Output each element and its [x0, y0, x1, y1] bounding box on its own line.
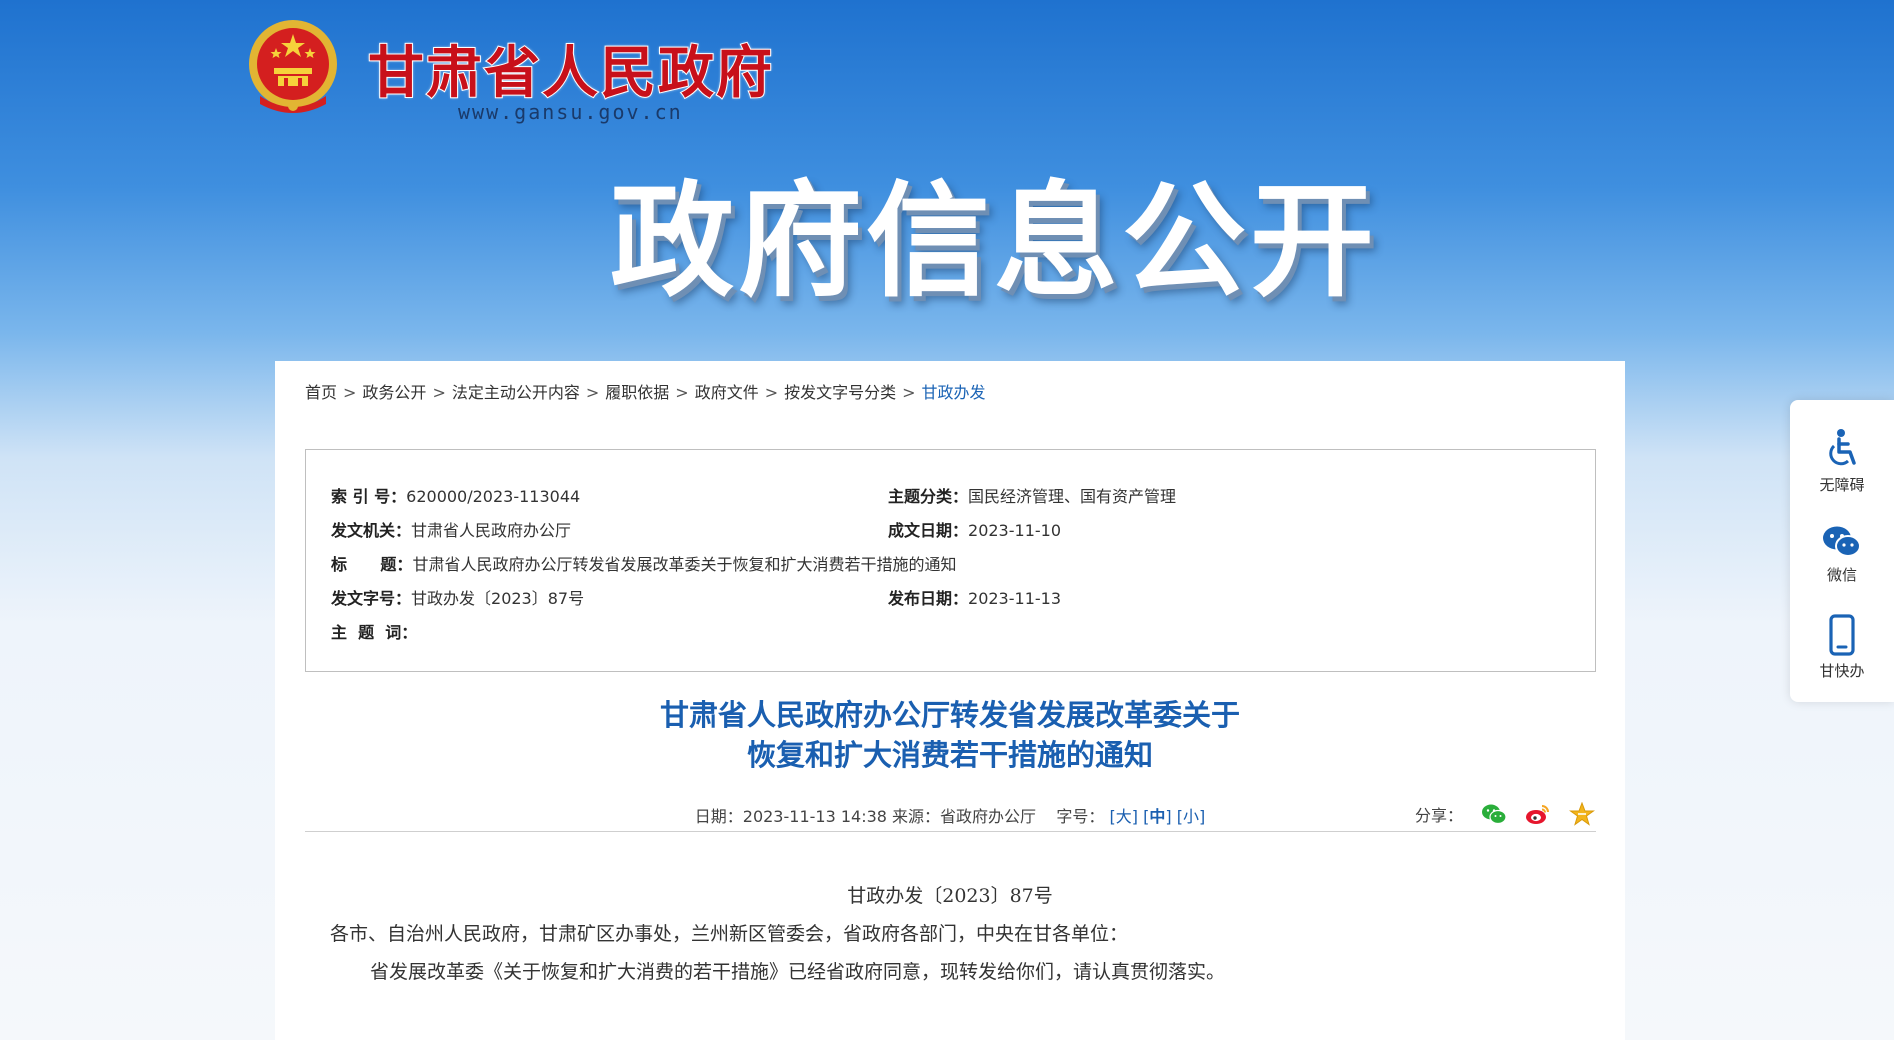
breadcrumb-separator: > [585, 383, 600, 402]
body-paragraph: 省发展改革委《关于恢复和扩大消费的若干措施》已经省政府同意，现转发给你们，请认真… [370, 961, 1226, 983]
info-keywords: 主 题 词： [331, 619, 417, 643]
font-size-label: 字号： [1056, 807, 1105, 826]
article-title: 甘肃省人民政府办公厅转发省发展改革委关于 恢复和扩大消费若干措施的通知 [275, 695, 1625, 775]
article-title-line2: 恢复和扩大消费若干措施的通知 [746, 738, 1153, 772]
accessibility-label: 无障碍 [1819, 476, 1865, 494]
wechat-button[interactable]: 微信 [1790, 524, 1894, 585]
article-title-line1: 甘肃省人民政府办公厅转发省发展改革委关于 [659, 698, 1240, 732]
info-issuer: 发文机关：甘肃省人民政府办公厅 [331, 517, 571, 541]
breadcrumb-statutory-content[interactable]: 法定主动公开内容 [452, 383, 580, 402]
banner-title: 政府信息公开 [610, 170, 1379, 314]
info-issuer-value: 甘肃省人民政府办公厅 [411, 521, 572, 540]
info-topic-label: 主题分类： [888, 487, 969, 506]
share-label: 分享： [1415, 806, 1464, 825]
site-title[interactable]: 甘肃省人民政府 [367, 28, 774, 109]
breadcrumb-separator: > [343, 383, 357, 402]
info-index-label: 索 引 号： [331, 487, 407, 506]
mobile-app-button[interactable]: 甘快办 [1790, 614, 1894, 681]
info-published-label: 发布日期： [888, 589, 969, 608]
wechat-share-icon[interactable] [1481, 802, 1507, 826]
info-docno-value: 甘政办发〔2023〕87号 [411, 589, 585, 608]
document-info-box: 索 引 号：620000/2023-113044 主题分类：国民经济管理、国有资… [305, 449, 1596, 672]
accessibility-button[interactable]: 无障碍 [1790, 428, 1894, 495]
info-issuer-label: 发文机关： [331, 521, 412, 540]
info-docno: 发文字号：甘政办发〔2023〕87号 [331, 585, 584, 609]
breadcrumb-separator: > [675, 383, 689, 402]
info-topic-value: 国民经济管理、国有资产管理 [968, 487, 1177, 506]
wechat-label: 微信 [1826, 566, 1857, 584]
info-keywords-label: 主 题 词： [331, 623, 418, 642]
info-created: 成文日期：2023-11-10 [888, 517, 1061, 541]
recipients-line: 各市、自治州人民政府，甘肃矿区办事处，兰州新区管委会，省政府各部门，中央在甘各单… [330, 923, 1129, 945]
info-title-label: 标 题： [331, 555, 413, 574]
info-docno-label: 发文字号： [331, 589, 412, 608]
meta-divider [305, 831, 1596, 832]
info-title: 标 题：甘肃省人民政府办公厅转发省发展改革委关于恢复和扩大消费若干措施的通知 [331, 551, 956, 575]
breadcrumb-government-affairs[interactable]: 政务公开 [362, 383, 426, 402]
accessibility-icon [1829, 429, 1856, 466]
breadcrumb-home[interactable]: 首页 [305, 383, 337, 402]
site-url: www.gansu.gov.cn [458, 100, 683, 124]
info-published-value: 2023-11-13 [968, 589, 1061, 608]
side-toolbar: 无障碍 微信 甘快办 [1790, 400, 1894, 702]
breadcrumb-separator: > [764, 383, 779, 402]
breadcrumb: 首页 > 政务公开 > 法定主动公开内容 > 履职依据 > 政府文件 > 按发文字号分类 > 甘政办发 [305, 379, 986, 403]
font-size-medium-button[interactable]: 中 [1149, 807, 1165, 826]
doc-number-line: 甘政办发〔2023〕87号 [847, 885, 1053, 907]
info-published: 发布日期：2023-11-13 [888, 585, 1061, 609]
mobile-app-label: 甘快办 [1819, 662, 1865, 680]
mobile-phone-icon [1829, 614, 1855, 656]
breadcrumb-government-documents[interactable]: 政府文件 [695, 383, 759, 402]
share-bar: 分享： [1415, 801, 1596, 826]
breadcrumb-separator: > [432, 383, 446, 402]
article-date-source: 日期：2023-11-13 14:38 来源：省政府办公厅 [694, 807, 1037, 826]
national-emblem-logo [246, 18, 340, 116]
info-index: 索 引 号：620000/2023-113044 [331, 483, 580, 507]
breadcrumb-current[interactable]: 甘政办发 [922, 383, 986, 402]
favorite-star-icon[interactable] [1568, 801, 1596, 826]
font-size-large-button[interactable]: 大 [1116, 807, 1132, 826]
info-topic: 主题分类：国民经济管理、国有资产管理 [888, 483, 1176, 507]
breadcrumb-by-doc-number[interactable]: 按发文字号分类 [784, 383, 896, 402]
breadcrumb-duty-basis[interactable]: 履职依据 [605, 383, 669, 402]
font-size-small-button[interactable]: 小 [1183, 807, 1199, 826]
weibo-share-icon[interactable] [1525, 802, 1551, 826]
breadcrumb-separator: > [902, 383, 916, 402]
wechat-icon [1823, 526, 1861, 557]
info-created-label: 成文日期： [888, 521, 969, 540]
content-panel: 首页 > 政务公开 > 法定主动公开内容 > 履职依据 > 政府文件 > 按发文字号分类 > 甘政办发 … [275, 361, 1625, 1040]
info-index-value: 620000/2023-113044 [406, 487, 581, 506]
info-title-value: 甘肃省人民政府办公厅转发省发展改革委关于恢复和扩大消费若干措施的通知 [412, 555, 957, 574]
info-created-value: 2023-11-10 [968, 521, 1061, 540]
